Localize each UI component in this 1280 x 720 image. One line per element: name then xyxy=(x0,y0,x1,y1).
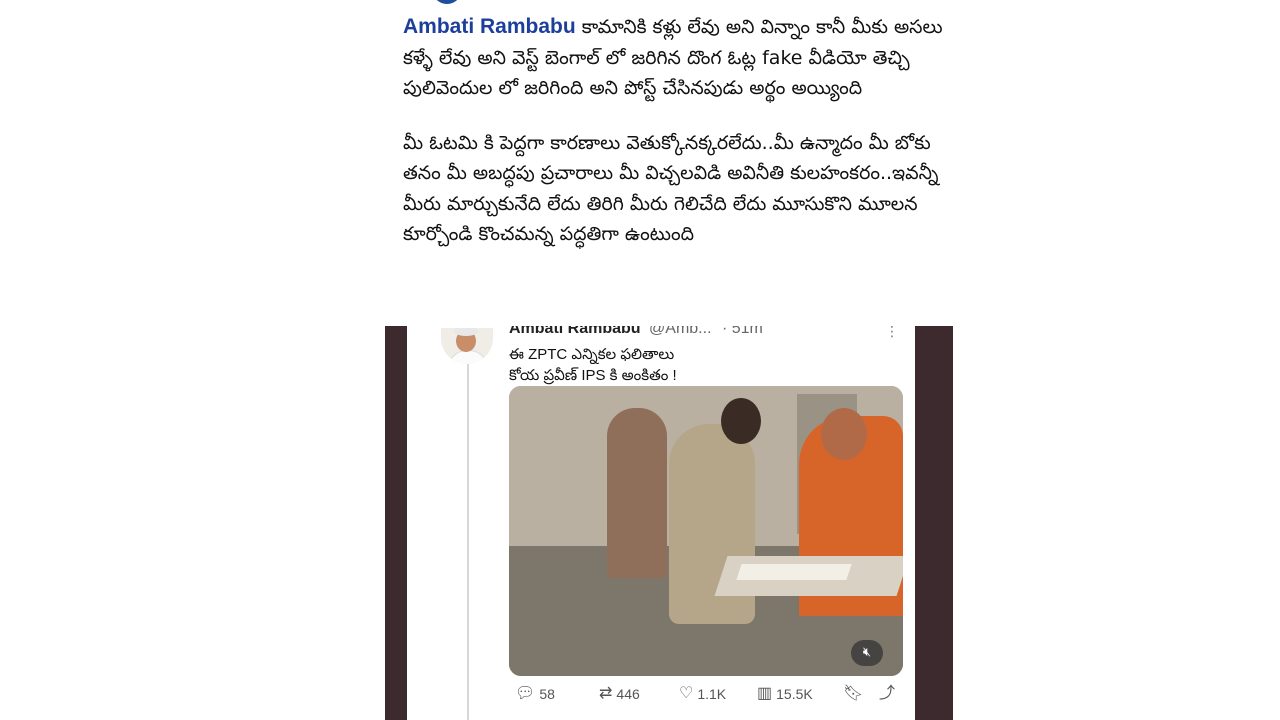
tweet-author-handle[interactable]: @Amb... xyxy=(649,326,711,337)
repost-count: 446 xyxy=(616,686,640,702)
tweet-video[interactable]: 🔇︎ xyxy=(509,386,903,676)
bookmark-button[interactable]: 🔖︎ xyxy=(843,682,863,706)
tweet-text-line-2: కోయ ప్రవీణ్ IPS కి అంకితం ! xyxy=(509,367,677,384)
tweet-header: Ambati Rambabu @Amb... · 51m xyxy=(509,326,889,338)
share-icon: ⤴ xyxy=(879,685,896,702)
like-button[interactable]: ♡ 1.1K xyxy=(679,682,726,706)
more-icon[interactable]: ⋮ xyxy=(885,326,899,340)
reply-button[interactable]: 💬︎ 58 xyxy=(515,682,555,706)
author-link[interactable]: Ambati Rambabu xyxy=(403,15,576,38)
heart-icon: ♡ xyxy=(679,685,694,702)
repost-button[interactable]: ⇄ 446 xyxy=(599,682,640,706)
tweet-text-line-1: ఈ ZPTC ఎన్నికల ఫలితాలు xyxy=(509,346,675,363)
bookmark-icon: 🔖︎ xyxy=(843,685,864,702)
tweet-time[interactable]: · 51m xyxy=(722,326,763,337)
tweet-card[interactable]: Ambati Rambabu @Amb... · 51m ⋮ ఈ ZPTC ఎన… xyxy=(407,326,915,720)
embedded-tweet-screenshot: Ambati Rambabu @Amb... · 51m ⋮ ఈ ZPTC ఎన… xyxy=(385,326,953,720)
tweet-text: ఈ ZPTC ఎన్నికల ఫలితాలు కోయ ప్రవీణ్ IPS క… xyxy=(509,344,899,386)
comment-icon: 💬︎ xyxy=(515,685,536,702)
views-icon: ▥ xyxy=(757,685,773,702)
views-button[interactable]: ▥ 15.5K xyxy=(757,682,813,706)
views-count: 15.5K xyxy=(776,686,813,702)
post-paragraph-2: మీ ఓటమి కి పెద్దగా కారణాలు వెతుక్కోనక్కర… xyxy=(403,131,939,246)
post-author-avatar-peek[interactable] xyxy=(432,0,462,4)
repost-icon: ⇄ xyxy=(599,685,613,702)
tweet-author-name[interactable]: Ambati Rambabu xyxy=(509,326,641,337)
tweet-action-bar: 💬︎ 58 ⇄ 446 ♡ 1.1K ▥ 15.5K 🔖︎ ⤴ xyxy=(509,682,909,706)
thread-line xyxy=(467,364,469,720)
like-count: 1.1K xyxy=(697,686,727,702)
tweet-avatar[interactable] xyxy=(441,328,493,364)
post-body: Ambati Rambabu కామానికి కళ్లు లేవు అని వ… xyxy=(403,12,943,250)
share-button[interactable]: ⤴ xyxy=(879,682,895,706)
post-paragraph-1: Ambati Rambabu కామానికి కళ్లు లేవు అని వ… xyxy=(403,12,943,104)
reply-count: 58 xyxy=(539,686,555,702)
volume-mute-icon[interactable]: 🔇︎ xyxy=(851,640,883,666)
